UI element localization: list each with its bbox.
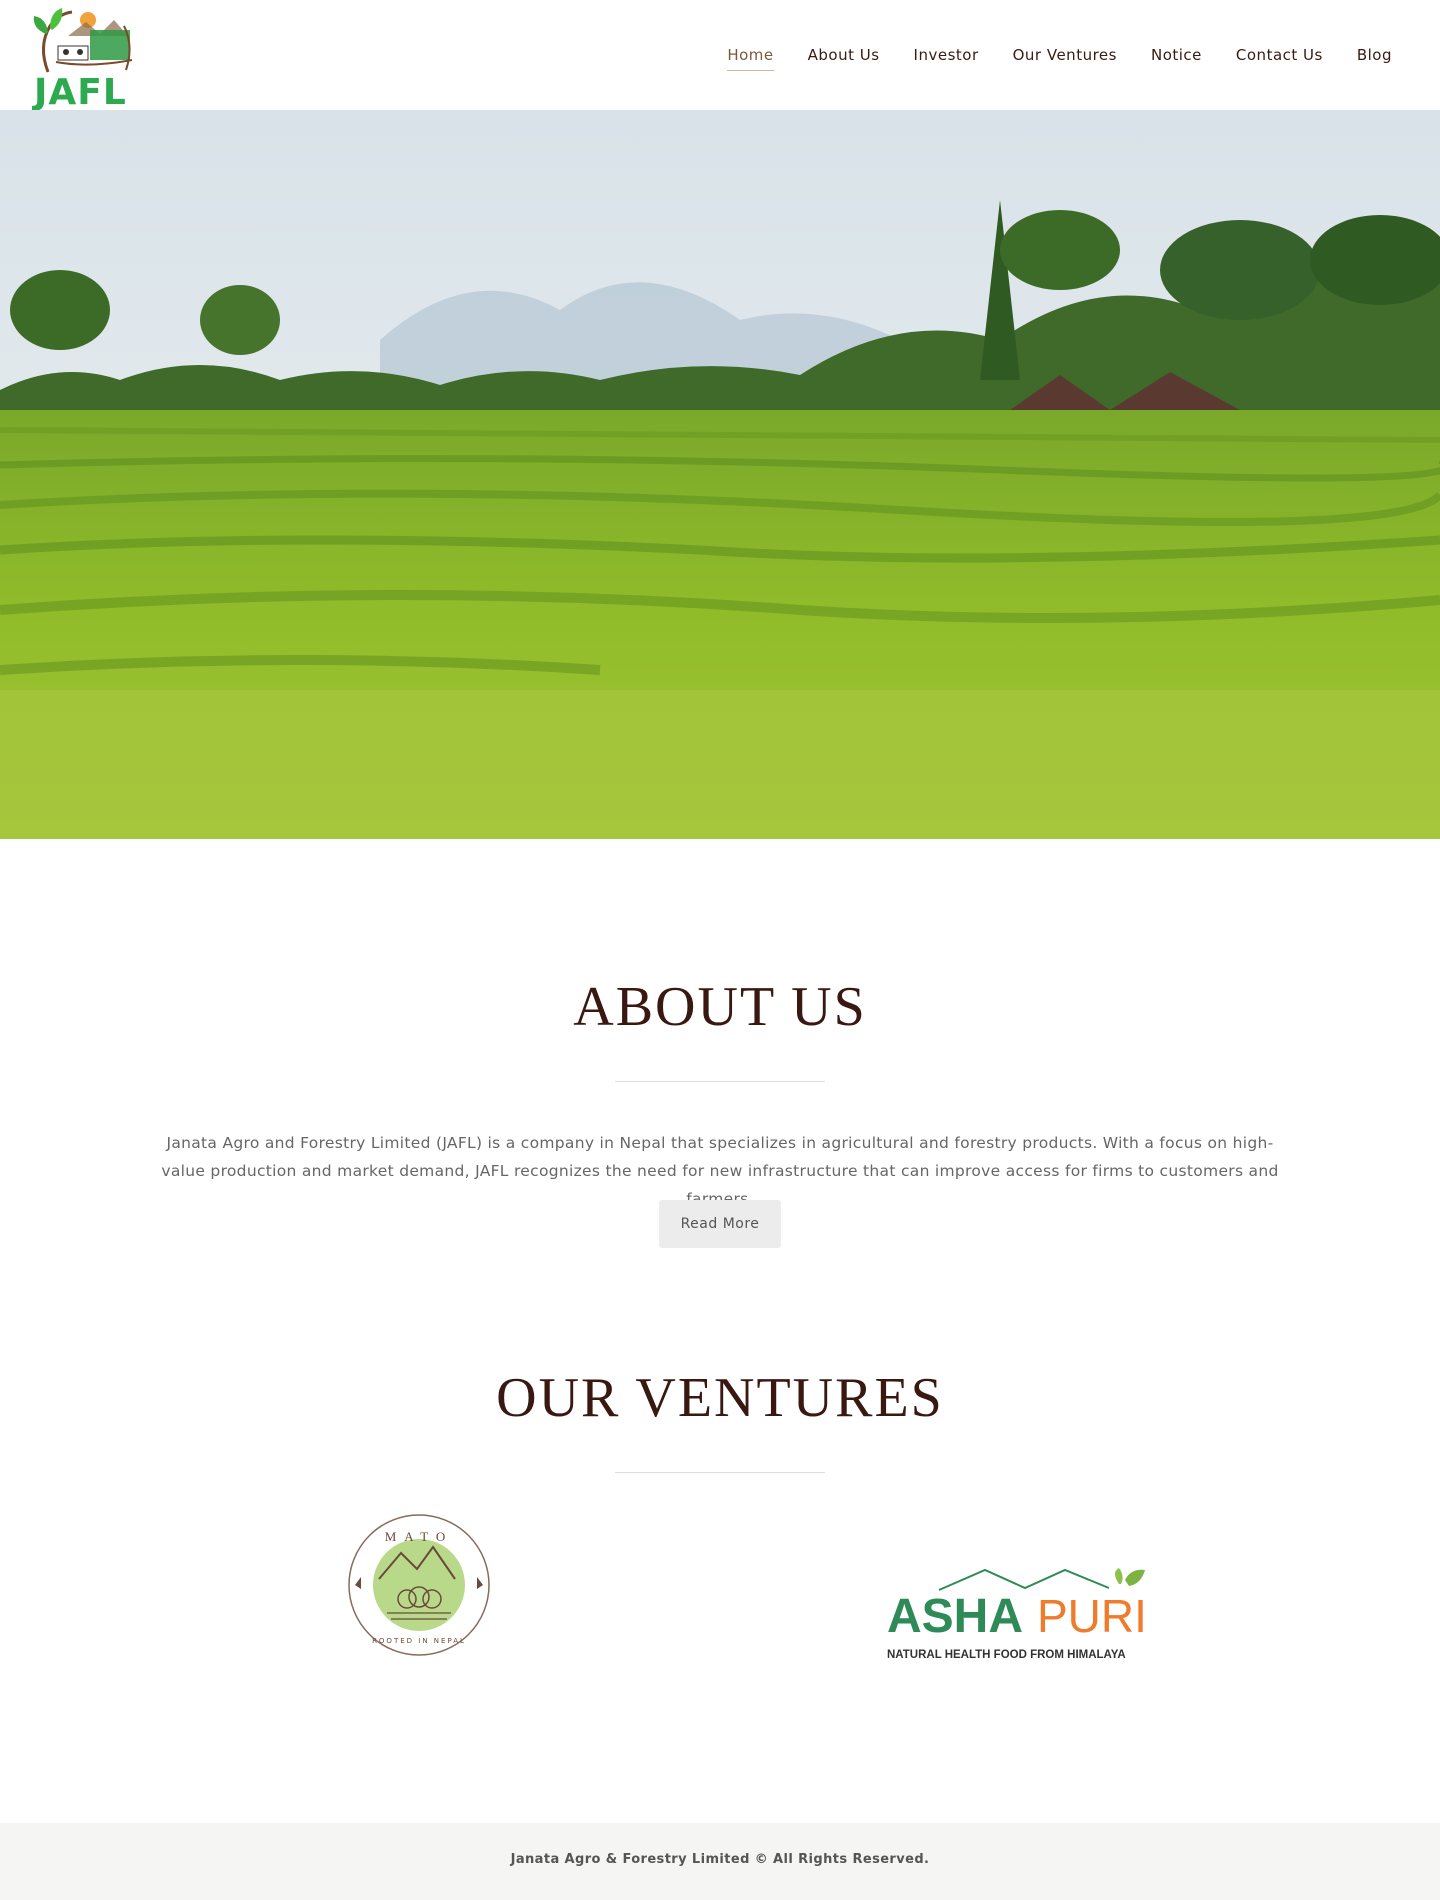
read-more-button[interactable]: Read More: [659, 1200, 781, 1248]
mato-tagline: ROOTED IN NEPAL: [372, 1637, 466, 1645]
nav-item-investor[interactable]: Investor: [914, 46, 979, 71]
nav-item-our-ventures[interactable]: Our Ventures: [1013, 46, 1117, 71]
main-nav: Home About Us Investor Our Ventures Noti…: [693, 46, 1392, 71]
ashapuri-name-left: ASHA: [887, 1590, 1023, 1643]
mato-logo-icon: MATO ROOTED IN NEPAL: [348, 1514, 490, 1656]
venture-mato-logo[interactable]: MATO ROOTED IN NEPAL: [347, 1513, 491, 1657]
site-footer: Janata Agro & Forestry Limited © All Rig…: [0, 1823, 1440, 1900]
jafl-logo[interactable]: JAFL: [28, 6, 138, 113]
about-title: ABOUT US: [573, 976, 867, 1038]
footer-copyright: Janata Agro & Forestry Limited © All Rig…: [510, 1852, 930, 1867]
rice-terrace-landscape: [0, 110, 1440, 839]
nav-item-about-us[interactable]: About Us: [808, 46, 880, 71]
site-header: JAFL Home About Us Investor Our Ventures…: [0, 0, 1440, 113]
nav-item-notice[interactable]: Notice: [1151, 46, 1202, 71]
hero-image: [0, 110, 1440, 839]
nav-item-home[interactable]: Home: [727, 46, 774, 71]
nav-item-blog[interactable]: Blog: [1357, 46, 1392, 71]
ventures-title: OUR VENTURES: [496, 1367, 944, 1429]
ventures-divider: [615, 1472, 825, 1473]
ashapuri-name-right: PURI: [1037, 1590, 1147, 1642]
mato-name: MATO: [385, 1529, 454, 1544]
venture-ashapuri-logo[interactable]: ASHA PURI NATURAL HEALTH FOOD FROM HIMAL…: [885, 1568, 1155, 1668]
about-divider: [615, 1081, 825, 1082]
logo-emblem-icon: [33, 8, 133, 73]
ashapuri-tagline: NATURAL HEALTH FOOD FROM HIMALAYA: [887, 1649, 1126, 1661]
nav-item-contact-us[interactable]: Contact Us: [1236, 46, 1323, 71]
ashapuri-logo-icon: ASHA PURI NATURAL HEALTH FOOD FROM HIMAL…: [887, 1568, 1147, 1661]
logo-text: JAFL: [34, 72, 127, 113]
